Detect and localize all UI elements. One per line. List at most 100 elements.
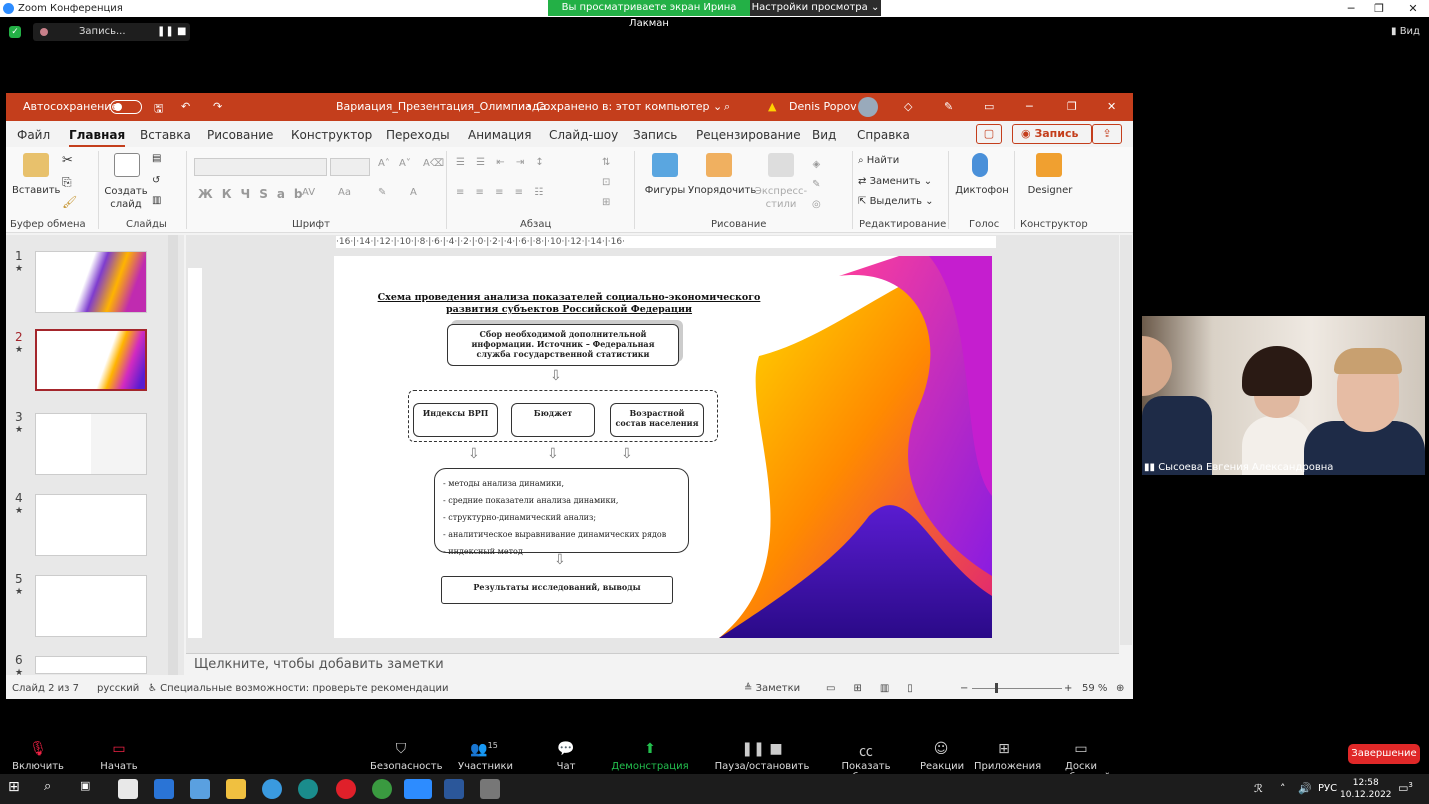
copy-icon[interactable]: ⎘ (62, 175, 72, 190)
slide-canvas[interactable]: Схема проведения анализа показателей соц… (334, 256, 992, 638)
undo-icon[interactable]: ↶ (181, 100, 190, 113)
tab-design[interactable]: Конструктор (291, 128, 372, 142)
budget-box[interactable]: Бюджет (511, 403, 595, 437)
accessibility-status[interactable]: ♿ Специальные возможности: проверьте рек… (148, 683, 449, 694)
list-buttons[interactable]: ☰ ☰ ⇤ ⇥ ↕ (456, 157, 548, 168)
designer-label[interactable]: Designer (1020, 185, 1080, 196)
case-icon[interactable]: Aa (338, 187, 351, 198)
age-structure-box[interactable]: Возрастной состав населения (610, 403, 704, 437)
tab-view[interactable]: Вид (812, 128, 836, 142)
tab-insert[interactable]: Вставка (140, 128, 191, 142)
tab-home[interactable]: Главная (69, 128, 126, 147)
tray-chevron-icon[interactable]: ˄ (1280, 782, 1286, 795)
search-icon[interactable]: ⌕ (44, 779, 64, 799)
redo-icon[interactable]: ↷ (213, 100, 222, 113)
store-icon[interactable] (118, 779, 138, 799)
chrome-icon[interactable] (372, 779, 392, 799)
reactions-button[interactable]: ☺ Реакции (920, 741, 964, 772)
word-icon[interactable] (444, 779, 464, 799)
minimize-icon[interactable]: ─ (1336, 0, 1366, 17)
slide-thumbnail-6[interactable] (35, 656, 147, 674)
volume-icon[interactable]: 🔊 (1298, 782, 1312, 795)
tab-review[interactable]: Рецензирование (696, 128, 801, 142)
app2-icon[interactable] (480, 779, 500, 799)
zoom-taskbar-icon[interactable] (404, 779, 432, 799)
user-name[interactable]: Denis Popov (789, 100, 857, 113)
arrange-label[interactable]: Упорядочить (688, 185, 756, 196)
save-location[interactable]: • Сохранено в: этот компьютер ⌄ (526, 100, 722, 113)
paste-label[interactable]: Вставить (12, 185, 60, 196)
zoom-slider-thumb[interactable] (995, 683, 998, 693)
diamond-icon[interactable]: ◇ (904, 100, 912, 113)
increase-font-icon[interactable]: A˄ (378, 158, 390, 169)
decrease-font-icon[interactable]: A˅ (399, 158, 411, 169)
browser-icon[interactable] (262, 779, 282, 799)
layout-icon[interactable]: ▤ (152, 153, 161, 164)
minimize-icon[interactable]: ─ (1026, 100, 1033, 113)
slide-thumbnail-3[interactable] (35, 413, 147, 475)
explorer-icon[interactable] (226, 779, 246, 799)
microphone-icon[interactable] (972, 153, 988, 177)
input-language[interactable]: РУС (1318, 783, 1337, 794)
slide-title[interactable]: Схема проведения анализа показателей соц… (374, 292, 764, 316)
section-icon[interactable]: ▥ (152, 195, 161, 206)
pen-icon[interactable]: ✎ (944, 100, 953, 113)
new-slide-label[interactable]: Создать слайд (102, 185, 150, 211)
apps-button[interactable]: ⊞ Приложения (974, 741, 1041, 772)
replace-button[interactable]: ⇄ Заменить ⌄ (858, 176, 932, 187)
search-icon[interactable]: ⌕ (724, 100, 730, 114)
slide-thumbnail-1[interactable] (35, 251, 147, 313)
clock[interactable]: 12:58 10.12.2022 (1340, 777, 1392, 801)
new-slide-icon[interactable] (114, 153, 140, 177)
tab-slideshow[interactable]: Слайд-шоу (549, 128, 618, 142)
avatar[interactable] (858, 97, 878, 117)
app-icon[interactable] (190, 779, 210, 799)
fill-icons[interactable]: ◈ ✎ ◎ (812, 155, 821, 215)
cut-icon[interactable]: ✂ (62, 153, 73, 168)
slide-thumbnail-4[interactable] (35, 494, 147, 556)
participant-video[interactable] (1142, 316, 1425, 475)
language-indicator[interactable]: русский (97, 683, 139, 694)
tab-file[interactable]: Файл (17, 128, 50, 142)
comments-icon[interactable]: ▢ (976, 124, 1002, 144)
close-icon[interactable]: ✕ (1107, 100, 1116, 113)
tab-draw[interactable]: Рисование (207, 128, 273, 142)
stop-icon[interactable]: ■ (177, 23, 186, 41)
notes-button[interactable]: ≜ Заметки (744, 683, 800, 694)
task-view-icon[interactable]: ▣ (80, 779, 100, 799)
zoom-level[interactable]: 59 % (1082, 683, 1107, 694)
shapes-icon[interactable] (652, 153, 678, 177)
participants-button[interactable]: 👥15 Участники (458, 741, 513, 772)
font-name-field[interactable] (194, 158, 327, 176)
record-button[interactable]: ◉ Запись (1012, 124, 1092, 144)
canvas-scrollbar[interactable] (1120, 235, 1132, 645)
tab-record[interactable]: Запись (633, 128, 677, 142)
highlight-icon[interactable]: ✎ (378, 187, 386, 198)
info-source-box[interactable]: Сбор необходимой дополнительной информац… (447, 324, 679, 366)
clear-format-icon[interactable]: A⌫ (423, 158, 444, 169)
results-box[interactable]: Результаты исследований, выводы (441, 576, 673, 604)
align-buttons[interactable]: ≡ ≡ ≡ ≡ ☷ (456, 187, 547, 198)
shapes-label[interactable]: Фигуры (638, 185, 692, 196)
view-buttons[interactable]: ▭⊞▥▯ (826, 683, 931, 694)
windows-start-icon[interactable]: ⊞ (8, 779, 28, 799)
maximize-icon[interactable]: ❐ (1364, 0, 1394, 17)
slide-thumbnail-5[interactable] (35, 575, 147, 637)
close-icon[interactable]: ✕ (1398, 0, 1428, 17)
tab-transitions[interactable]: Переходы (386, 128, 450, 142)
share-icon[interactable]: ⇪ (1092, 124, 1122, 144)
notifications-icon[interactable]: ▭3 (1398, 781, 1413, 795)
quick-styles-label[interactable]: Экспресс-стили (754, 185, 808, 211)
tab-help[interactable]: Справка (857, 128, 910, 142)
grp-indices-box[interactable]: Индексы ВРП (413, 403, 498, 437)
view-button[interactable]: ▮ Вид (1391, 26, 1420, 37)
smartart-icon[interactable]: ⊞ (602, 197, 610, 208)
chat-button[interactable]: 💬 Чат (552, 741, 580, 772)
font-size-field[interactable] (330, 158, 370, 176)
ribbon-display-icon[interactable]: ▭ (984, 100, 994, 113)
select-button[interactable]: ⇱ Выделить ⌄ (858, 196, 934, 207)
view-options-button[interactable]: Настройки просмотра ⌄ (750, 0, 881, 16)
notes-pane[interactable]: Щелкните, чтобы добавить заметки (186, 653, 1119, 675)
align-text-icon[interactable]: ⊡ (602, 177, 610, 188)
thumbs-scrollbar[interactable] (168, 235, 178, 675)
